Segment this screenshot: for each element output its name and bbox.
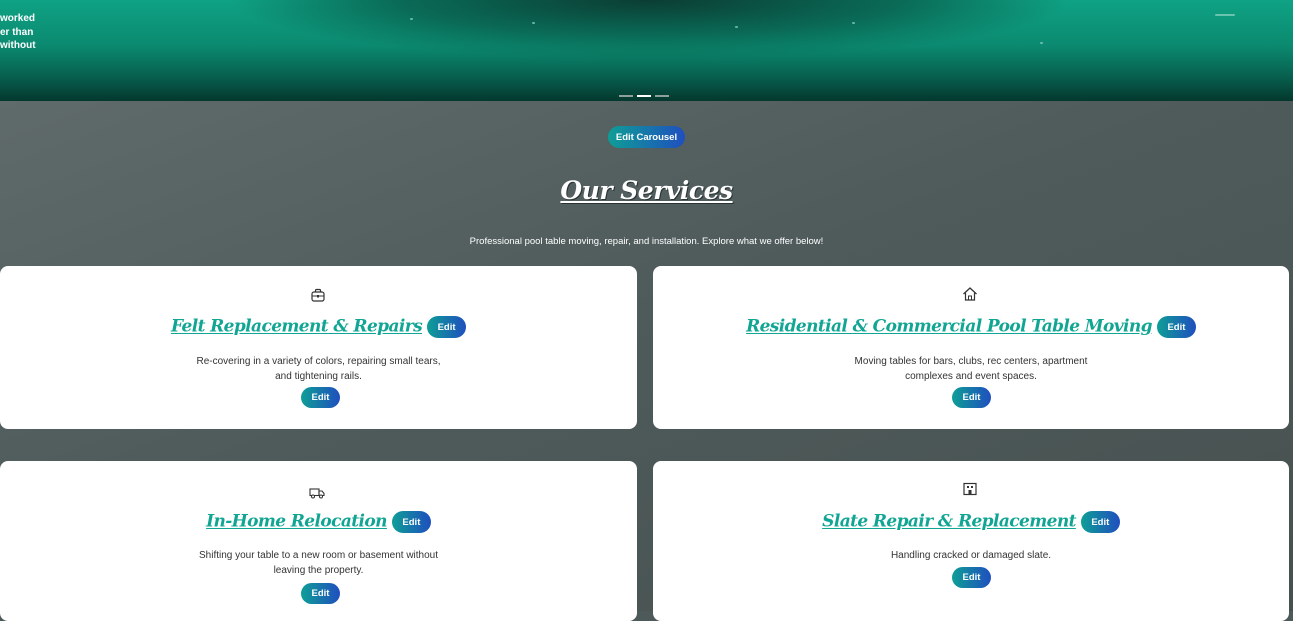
service-card-description: Re-covering in a variety of colors, repa…: [0, 354, 637, 384]
edit-card-button[interactable]: Edit: [952, 567, 991, 588]
hero-caption: worked er than without: [0, 12, 60, 53]
hero-carousel: worked er than without: [0, 0, 1293, 101]
service-card-felt: Felt Replacement & Repairs Edit Re-coveri…: [0, 266, 637, 429]
edit-title-button[interactable]: Edit: [427, 316, 467, 338]
service-card-description: Handling cracked or damaged slate.: [653, 548, 1289, 563]
services-title: Our Services: [560, 176, 733, 205]
description-line: and tightening rails.: [275, 371, 362, 382]
service-card-title: Felt Replacement & Repairs Edit: [0, 316, 637, 338]
house-icon: [963, 287, 977, 301]
felt-speck: [735, 26, 738, 28]
felt-speck: [1215, 14, 1235, 16]
edit-card-button[interactable]: Edit: [301, 387, 340, 408]
service-card-moving: Residential & Commercial Pool Table Movi…: [653, 266, 1289, 429]
felt-speck: [1040, 42, 1043, 44]
edit-card-button[interactable]: Edit: [952, 387, 991, 408]
hero-caption-line: without: [0, 40, 36, 51]
felt-speck: [852, 22, 855, 24]
description-line: Handling cracked or damaged slate.: [890, 550, 1052, 561]
service-card-title-text: Felt Replacement & Repairs: [170, 316, 423, 337]
service-card-title-text: In-Home Relocation: [206, 511, 387, 532]
hero-caption-line: er than: [0, 26, 34, 38]
truck-icon: [309, 488, 325, 499]
description-line: complexes and event spaces.: [905, 371, 1037, 382]
carousel-indicator-active[interactable]: [637, 95, 651, 97]
carousel-indicator[interactable]: [619, 95, 633, 97]
toolbox-icon: [311, 288, 325, 302]
service-card-relocation: In-Home Relocation Edit Shifting your tab…: [0, 461, 637, 621]
service-card-title: Residential & Commercial Pool Table Movi…: [653, 316, 1289, 338]
description-line: Moving tables for bars, clubs, rec cente…: [854, 356, 1088, 367]
service-card-title: Slate Repair & Replacement Edit: [653, 511, 1289, 533]
edit-title-button[interactable]: Edit: [1080, 511, 1120, 533]
edit-title-button[interactable]: Edit: [391, 511, 431, 533]
edit-card-button[interactable]: Edit: [301, 583, 340, 604]
services-subtitle: Professional pool table moving, repair, …: [469, 236, 824, 247]
description-line: Re-covering in a variety of colors, repa…: [196, 356, 441, 367]
service-card-title-text: Residential & Commercial Pool Table Movi…: [746, 316, 1152, 337]
description-line: Shifting your table to a new room or bas…: [198, 550, 439, 561]
service-card-slate: Slate Repair & Replacement Edit Handling …: [653, 461, 1289, 621]
felt-speck: [532, 22, 535, 24]
edit-title-button[interactable]: Edit: [1156, 316, 1196, 338]
service-card-title: In-Home Relocation Edit: [0, 511, 637, 533]
carousel-indicators: [619, 95, 669, 97]
description-line: leaving the property.: [273, 565, 364, 576]
service-card-title-text: Slate Repair & Replacement: [822, 511, 1076, 532]
felt-speck: [410, 18, 413, 20]
edit-carousel-button[interactable]: Edit Carousel: [608, 126, 685, 148]
service-card-description: Moving tables for bars, clubs, rec cente…: [653, 354, 1289, 384]
hero-caption-line: worked: [0, 13, 36, 24]
service-card-description: Shifting your table to a new room or bas…: [0, 548, 637, 578]
building-icon: [963, 482, 977, 496]
carousel-indicator[interactable]: [655, 95, 669, 97]
